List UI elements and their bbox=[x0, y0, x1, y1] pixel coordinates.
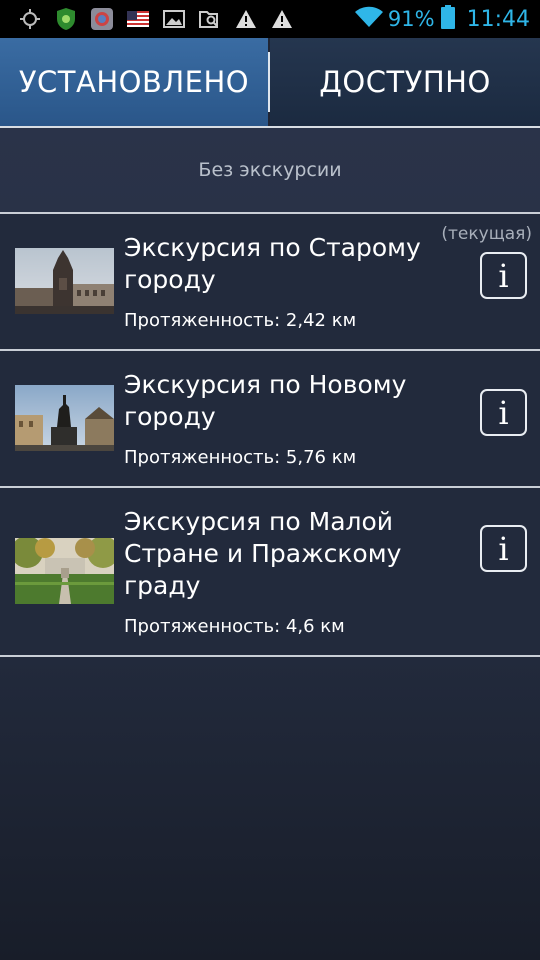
info-button[interactable]: i bbox=[480, 389, 527, 436]
search-file-icon bbox=[192, 0, 228, 38]
thumbnail-image bbox=[15, 385, 114, 451]
excursion-title: Экскурсия по Старому городу bbox=[124, 233, 421, 294]
shield-icon bbox=[48, 0, 84, 38]
excursion-title: Экскурсия по Малой Стране и Пражскому гр… bbox=[124, 507, 402, 600]
list-item[interactable]: Экскурсия по Новому городу Протяженность… bbox=[0, 351, 540, 486]
thumbnail-image bbox=[15, 538, 114, 604]
clock: 11:44 bbox=[466, 6, 530, 32]
empty-area bbox=[0, 657, 540, 960]
excursion-length: Протяженность: 4,6 км bbox=[124, 616, 345, 637]
current-label: (текущая) bbox=[441, 224, 532, 244]
wifi-icon bbox=[354, 6, 384, 33]
excursion-length: Протяженность: 2,42 км bbox=[124, 310, 357, 331]
info-icon: i bbox=[498, 256, 509, 295]
warning-icon bbox=[228, 0, 264, 38]
no-excursion-item[interactable]: Без экскурсии bbox=[0, 128, 540, 212]
info-button[interactable]: i bbox=[480, 525, 527, 572]
battery-icon bbox=[440, 4, 455, 34]
warning-icon bbox=[264, 0, 300, 38]
tab-bar: УСТАНОВЛЕНО ДОСТУПНО bbox=[0, 38, 540, 126]
info-icon: i bbox=[498, 393, 509, 432]
battery-percent: 91% bbox=[387, 7, 435, 31]
status-bar: 91% 11:44 bbox=[0, 0, 540, 38]
thumbnail-image bbox=[15, 248, 114, 314]
notification-icons bbox=[12, 0, 300, 38]
tab-installed[interactable]: УСТАНОВЛЕНО bbox=[0, 38, 268, 126]
excursion-title: Экскурсия по Новому городу bbox=[124, 370, 407, 431]
app-icon bbox=[84, 0, 120, 38]
info-icon: i bbox=[498, 529, 509, 568]
system-status: 91% 11:44 bbox=[354, 4, 530, 34]
flag-icon bbox=[120, 0, 156, 38]
tab-available[interactable]: ДОСТУПНО bbox=[270, 38, 540, 126]
gps-icon bbox=[12, 0, 48, 38]
gallery-icon bbox=[156, 0, 192, 38]
list-item[interactable]: Экскурсия по Малой Стране и Пражскому гр… bbox=[0, 488, 540, 655]
list-item[interactable]: Экскурсия по Старому городу Протяженност… bbox=[0, 214, 540, 349]
info-button[interactable]: i bbox=[480, 252, 527, 299]
excursion-length: Протяженность: 5,76 км bbox=[124, 447, 357, 468]
no-excursion-label: Без экскурсии bbox=[198, 159, 342, 181]
